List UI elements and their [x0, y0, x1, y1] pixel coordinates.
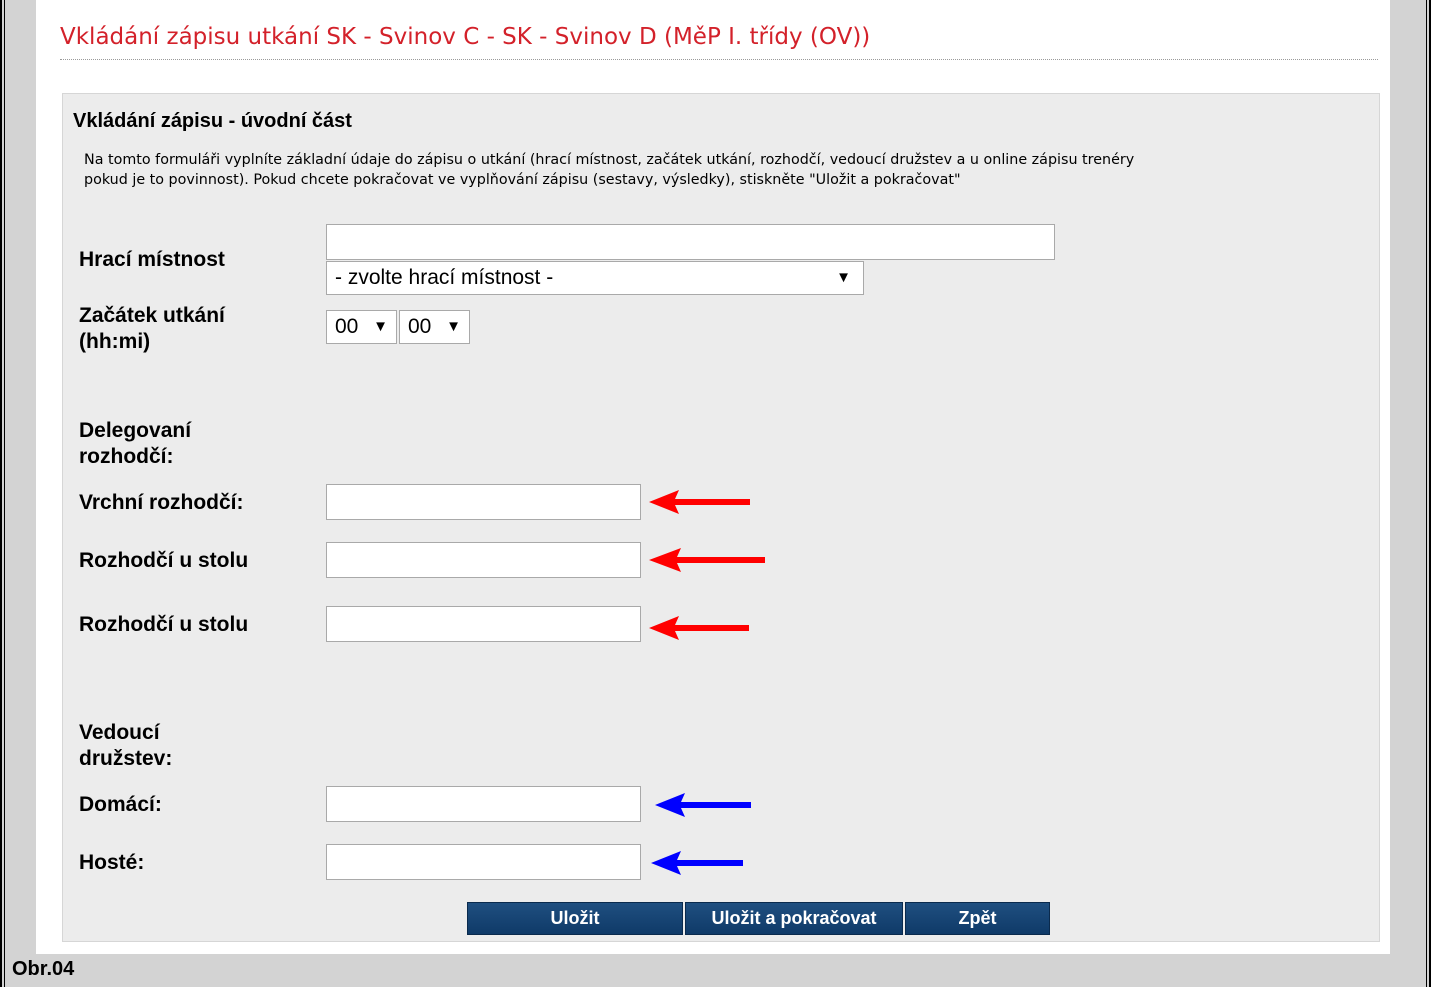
table-referee-1-label: Rozhodčí u stolu [79, 549, 249, 572]
intro-line-1: Na tomto formuláři vyplníte základní úda… [84, 152, 1135, 168]
save-button[interactable]: Uložit [467, 902, 683, 935]
main-referee-input[interactable] [326, 484, 641, 520]
main-referee-label: Vrchní rozhodčí: [79, 491, 244, 514]
start-minute-value: 00 [408, 315, 432, 338]
away-leader-input[interactable] [326, 844, 641, 880]
intro-text: Na tomto formuláři vyplníte základní úda… [84, 150, 1374, 190]
section-title: Vkládání zápisu - úvodní část [73, 110, 352, 132]
home-leader-input[interactable] [326, 786, 641, 822]
start-hour-value: 00 [335, 315, 359, 338]
start-hour-select[interactable]: 00 ▼ [326, 310, 397, 344]
home-leader-label: Domácí: [79, 793, 162, 816]
away-leader-label: Hosté: [79, 851, 145, 874]
intro-line-2: pokud je to povinnost). Pokud chcete pok… [84, 172, 961, 188]
arrow-left-red-icon [649, 616, 749, 640]
venue-input[interactable] [326, 224, 1055, 260]
title-divider [60, 59, 1378, 60]
leaders-heading: Vedoucí družstev: [79, 720, 172, 772]
figure-caption: Obr.04 [12, 958, 75, 980]
table-referee-1-input[interactable] [326, 542, 641, 578]
arrow-left-red-icon [649, 548, 765, 572]
arrow-left-blue-icon [655, 793, 751, 817]
chevron-down-icon: ▼ [373, 318, 388, 335]
referees-heading: Delegovaní rozhodčí: [79, 418, 191, 470]
start-time-label-line-2: (hh:mi) [79, 330, 151, 353]
table-referee-2-label: Rozhodčí u stolu [79, 613, 249, 636]
venue-select-value: - zvolte hrací místnost - [335, 266, 554, 289]
start-time-label-line-1: Začátek utkání [79, 304, 225, 327]
start-time-label: Začátek utkání (hh:mi) [79, 303, 225, 355]
start-minute-select[interactable]: 00 ▼ [399, 310, 470, 344]
left-frame-border [0, 0, 5, 987]
chevron-down-icon: ▼ [836, 269, 851, 286]
right-frame-border [1426, 0, 1431, 987]
form-panel: Vkládání zápisu - úvodní část Na tomto f… [62, 93, 1380, 942]
referees-heading-line-2: rozhodčí: [79, 445, 174, 468]
save-and-continue-button[interactable]: Uložit a pokračovat [685, 902, 903, 935]
page: Vkládání zápisu utkání SK - Svinov C - S… [36, 0, 1390, 954]
arrow-left-blue-icon [651, 851, 743, 875]
arrow-left-red-icon [649, 490, 750, 514]
back-button[interactable]: Zpět [905, 902, 1050, 935]
table-referee-2-input[interactable] [326, 606, 641, 642]
venue-label: Hrací místnost [79, 248, 225, 271]
leaders-heading-line-1: Vedoucí [79, 721, 160, 744]
venue-select[interactable]: - zvolte hrací místnost - ▼ [326, 261, 864, 295]
referees-heading-line-1: Delegovaní [79, 419, 192, 442]
page-title: Vkládání zápisu utkání SK - Svinov C - S… [60, 24, 871, 50]
chevron-down-icon: ▼ [446, 318, 461, 335]
leaders-heading-line-2: družstev: [79, 747, 173, 770]
